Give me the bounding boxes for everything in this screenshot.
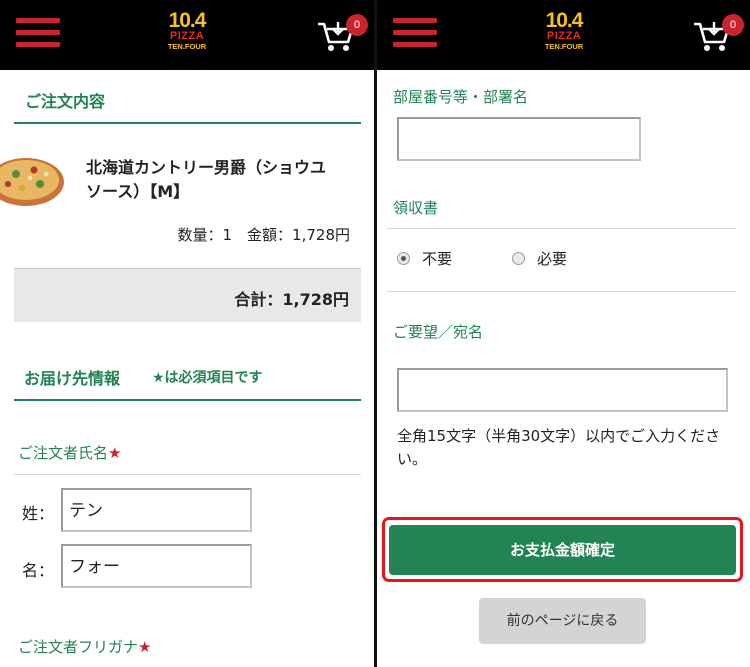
hamburger-menu-icon[interactable] <box>393 18 437 48</box>
receipt-label: 領収書 <box>393 199 439 217</box>
cart-count-badge: 0 <box>346 14 368 36</box>
item-quantity-amount: 数量：1 金額：1,728円 <box>177 226 351 244</box>
orderer-name-label: ご注文者氏名★ <box>18 444 122 462</box>
divider <box>14 474 361 475</box>
request-input[interactable] <box>397 368 728 412</box>
first-name-label: 名： <box>22 561 55 580</box>
last-name-label: 姓： <box>22 504 55 523</box>
cart-button[interactable]: 0 <box>316 14 368 58</box>
header: 10.4 PIZZA TEN.FOUR 0 <box>0 0 374 70</box>
receipt-option-not-needed[interactable]: 不要 <box>397 248 452 269</box>
hamburger-menu-icon[interactable] <box>16 18 60 48</box>
right-screen: 10.4 PIZZA TEN.FOUR 0 部屋番号等・部署名 領収書 不要 必… <box>377 0 750 667</box>
left-screen: 10.4 PIZZA TEN.FOUR 0 ご注文内容 北海道カントリー男爵（シ… <box>0 0 374 667</box>
required-star-icon: ★ <box>108 444 122 462</box>
divider <box>14 399 361 401</box>
confirm-payment-button[interactable]: お支払金額確定 <box>389 525 736 575</box>
logo[interactable]: 10.4 PIZZA TEN.FOUR <box>161 10 213 58</box>
cart-button[interactable]: 0 <box>692 14 744 58</box>
receipt-option-needed[interactable]: 必要 <box>512 248 567 269</box>
divider <box>387 291 736 292</box>
total-amount: 合計：1,728円 <box>234 290 349 309</box>
back-button[interactable]: 前のページに戻る <box>479 598 646 644</box>
delivery-section-title: お届け先情報 <box>24 369 121 388</box>
required-star-icon: ★ <box>138 638 152 656</box>
radio-unchecked-icon[interactable] <box>512 252 525 265</box>
pizza-image <box>0 158 64 206</box>
logo[interactable]: 10.4 PIZZA TEN.FOUR <box>538 10 590 58</box>
radio-checked-icon[interactable] <box>397 252 410 265</box>
furigana-label: ご注文者フリガナ★ <box>18 638 152 656</box>
total-row: 合計：1,728円 <box>14 268 361 322</box>
room-label: 部屋番号等・部署名 <box>393 88 529 106</box>
request-hint: 全角15文字（半角30文字）以内でご入力ください。 <box>397 427 721 468</box>
cart-count-badge: 0 <box>722 14 744 36</box>
order-section-title: ご注文内容 <box>25 92 106 111</box>
header: 10.4 PIZZA TEN.FOUR 0 <box>377 0 750 70</box>
divider <box>14 122 361 124</box>
first-name-input[interactable]: フォー <box>61 544 252 588</box>
required-note: ★は必須項目です <box>152 370 263 386</box>
item-name: 北海道カントリー男爵（ショウユソース）【M】 <box>86 158 327 201</box>
room-input[interactable] <box>397 117 641 161</box>
divider <box>387 228 736 229</box>
request-label: ご要望／宛名 <box>393 323 484 341</box>
last-name-input[interactable]: テン <box>61 488 252 532</box>
